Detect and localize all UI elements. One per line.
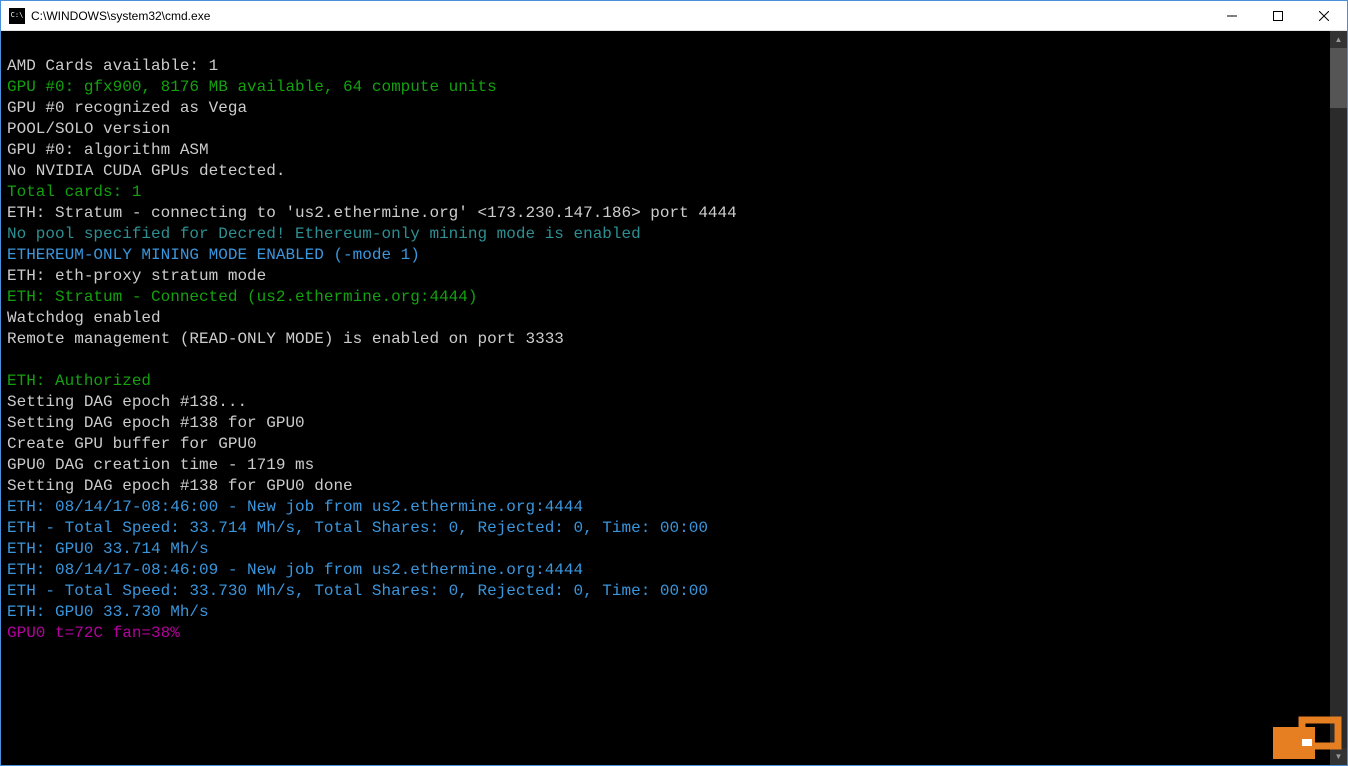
close-button[interactable] — [1301, 1, 1347, 30]
terminal-output[interactable]: AMD Cards available: 1GPU #0: gfx900, 81… — [1, 31, 1330, 765]
terminal-line: Setting DAG epoch #138... — [7, 392, 1324, 413]
terminal-line: AMD Cards available: 1 — [7, 56, 1324, 77]
terminal-line: ETHEREUM-ONLY MINING MODE ENABLED (-mode… — [7, 245, 1324, 266]
terminal-line: Setting DAG epoch #138 for GPU0 done — [7, 476, 1324, 497]
terminal-line: ETH: eth-proxy stratum mode — [7, 266, 1324, 287]
terminal-line: No NVIDIA CUDA GPUs detected. — [7, 161, 1324, 182]
terminal-area: AMD Cards available: 1GPU #0: gfx900, 81… — [1, 31, 1347, 765]
terminal-line: ETH: Stratum - Connected (us2.ethermine.… — [7, 287, 1324, 308]
cmd-window: C:\WINDOWS\system32\cmd.exe AMD Cards av… — [0, 0, 1348, 766]
terminal-line: GPU #0: gfx900, 8176 MB available, 64 co… — [7, 77, 1324, 98]
scrollbar[interactable]: ▲ ▼ — [1330, 31, 1347, 765]
terminal-line: ETH: Authorized — [7, 371, 1324, 392]
window-title: C:\WINDOWS\system32\cmd.exe — [31, 9, 1209, 23]
maximize-button[interactable] — [1255, 1, 1301, 30]
terminal-line: GPU0 DAG creation time - 1719 ms — [7, 455, 1324, 476]
terminal-line — [7, 35, 1324, 56]
terminal-line: No pool specified for Decred! Ethereum-o… — [7, 224, 1324, 245]
terminal-line: GPU #0 recognized as Vega — [7, 98, 1324, 119]
terminal-line: Watchdog enabled — [7, 308, 1324, 329]
minimize-icon — [1227, 11, 1237, 21]
terminal-line: ETH - Total Speed: 33.730 Mh/s, Total Sh… — [7, 581, 1324, 602]
terminal-line: GPU0 t=72C fan=38% — [7, 623, 1324, 644]
terminal-line: Setting DAG epoch #138 for GPU0 — [7, 413, 1324, 434]
close-icon — [1319, 11, 1329, 21]
terminal-line: ETH: 08/14/17-08:46:00 - New job from us… — [7, 497, 1324, 518]
terminal-line: ETH: 08/14/17-08:46:09 - New job from us… — [7, 560, 1324, 581]
terminal-line: Remote management (READ-ONLY MODE) is en… — [7, 329, 1324, 350]
terminal-line: ETH - Total Speed: 33.714 Mh/s, Total Sh… — [7, 518, 1324, 539]
maximize-icon — [1273, 11, 1283, 21]
titlebar[interactable]: C:\WINDOWS\system32\cmd.exe — [1, 1, 1347, 31]
window-controls — [1209, 1, 1347, 30]
terminal-line: POOL/SOLO version — [7, 119, 1324, 140]
terminal-line: Create GPU buffer for GPU0 — [7, 434, 1324, 455]
scroll-thumb[interactable] — [1330, 48, 1347, 108]
terminal-line — [7, 350, 1324, 371]
terminal-line: GPU #0: algorithm ASM — [7, 140, 1324, 161]
scroll-up-button[interactable]: ▲ — [1330, 31, 1347, 48]
watermark-logo — [1272, 716, 1342, 760]
terminal-line: ETH: GPU0 33.730 Mh/s — [7, 602, 1324, 623]
terminal-line: ETH: Stratum - connecting to 'us2.etherm… — [7, 203, 1324, 224]
minimize-button[interactable] — [1209, 1, 1255, 30]
terminal-line: Total cards: 1 — [7, 182, 1324, 203]
terminal-line: ETH: GPU0 33.714 Mh/s — [7, 539, 1324, 560]
cmd-icon — [9, 8, 25, 24]
